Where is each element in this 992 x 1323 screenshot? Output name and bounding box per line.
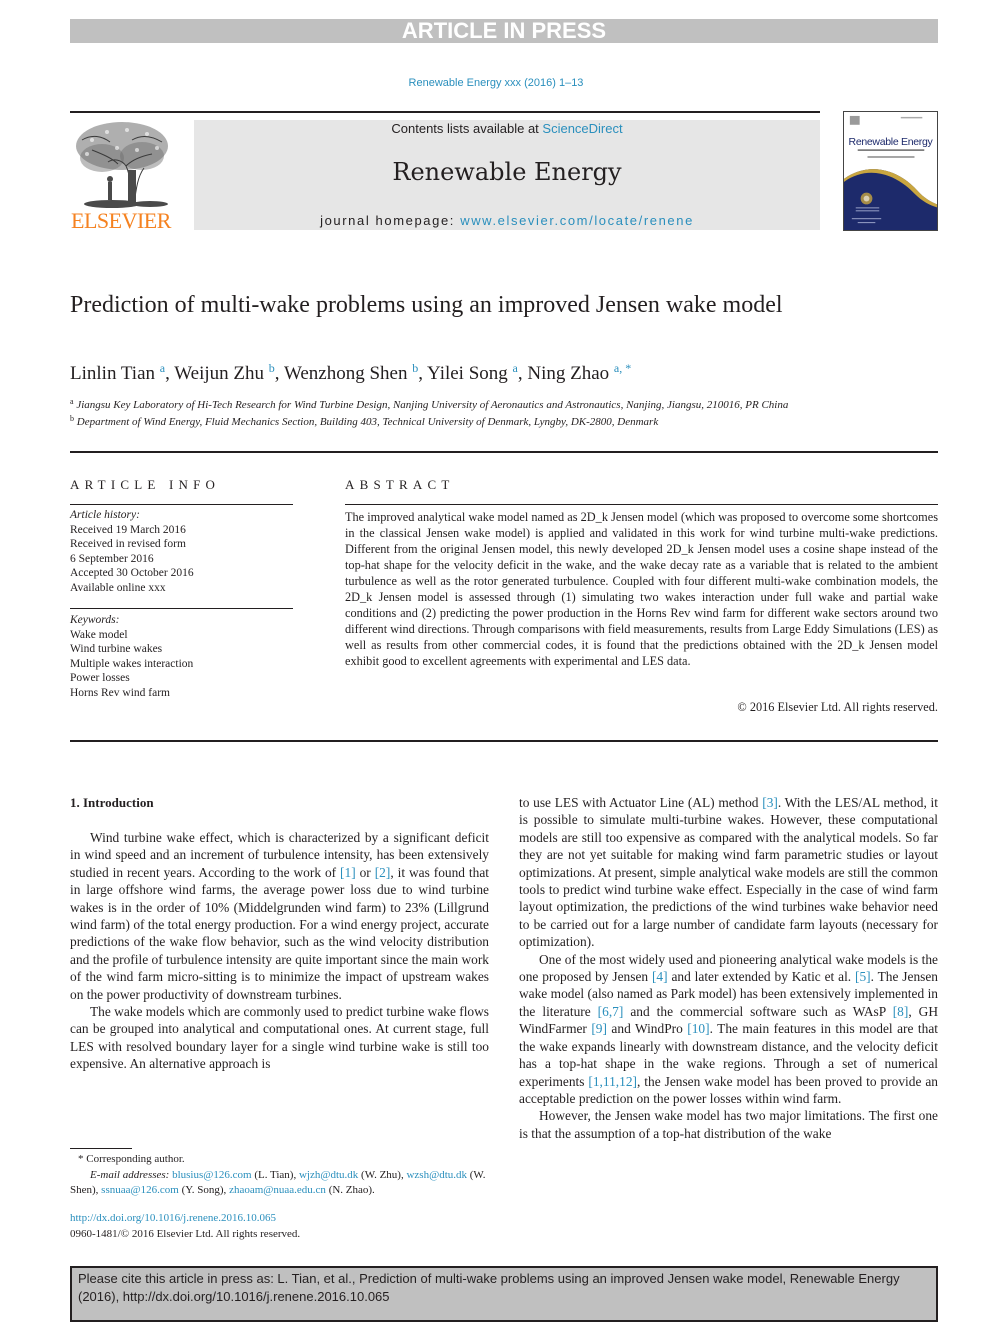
- journal-reference-link[interactable]: Renewable Energy xxx (2016) 1–13: [0, 77, 992, 89]
- author-name[interactable]: Ning Zhao: [527, 363, 609, 384]
- journal-cover-thumbnail[interactable]: Renewable Energy: [843, 111, 938, 231]
- affiliation-marker[interactable]: b: [269, 361, 275, 375]
- corresponding-author-note: * Corresponding author.: [78, 1153, 185, 1165]
- abstract-rule: [345, 504, 938, 505]
- keywords-label: Keywords:: [70, 614, 120, 626]
- homepage-line: journal homepage: www.elsevier.com/locat…: [194, 213, 820, 228]
- email-link[interactable]: zhaoam@nuaa.edu.cn: [229, 1184, 326, 1196]
- elsevier-tree-icon: [72, 120, 170, 208]
- email-link[interactable]: wjzh@dtu.dk: [299, 1169, 358, 1181]
- affiliation-marker[interactable]: b: [412, 361, 418, 375]
- citation-link[interactable]: [9]: [591, 1021, 607, 1036]
- body-column-left: Wind turbine wake effect, which is chara…: [70, 829, 489, 1073]
- footnote-rule: [70, 1148, 132, 1149]
- contents-line: Contents lists available at ScienceDirec…: [194, 121, 820, 136]
- affiliation-marker[interactable]: a, *: [614, 361, 631, 375]
- doi-block: http://dx.doi.org/10.1016/j.renene.2016.…: [70, 1211, 490, 1242]
- abstract-text: The improved analytical wake model named…: [345, 510, 938, 668]
- citation-link[interactable]: [2]: [375, 865, 391, 880]
- author-name[interactable]: Yilei Song: [427, 363, 508, 384]
- affiliation-text: Jiangsu Key Laboratory of Hi-Tech Resear…: [76, 399, 789, 411]
- paragraph: However, the Jensen wake model has two m…: [519, 1108, 938, 1141]
- homepage-prefix: journal homepage:: [320, 213, 461, 228]
- citation-link[interactable]: [1,11,12]: [588, 1074, 637, 1089]
- section-heading-introduction: 1. Introduction: [70, 795, 154, 810]
- keyword-item: Wind turbine wakes: [70, 643, 163, 655]
- article-info-rule: [70, 504, 293, 505]
- header-rule: [70, 111, 820, 113]
- paragraph: The wake models which are commonly used …: [70, 1004, 489, 1072]
- author-name[interactable]: Wenzhong Shen: [284, 363, 408, 384]
- history-item: Available online xxx: [70, 581, 166, 594]
- affiliation-marker[interactable]: a: [160, 361, 165, 375]
- citation-link[interactable]: [4]: [652, 969, 668, 984]
- citation-link[interactable]: [8]: [893, 1004, 909, 1019]
- affiliation-marker[interactable]: a: [513, 361, 518, 375]
- citation-link[interactable]: [1]: [340, 865, 356, 880]
- citation-link[interactable]: [3]: [762, 795, 778, 810]
- email-label: E-mail addresses:: [90, 1168, 170, 1181]
- article-history: Article history: Received 19 March 2016 …: [70, 508, 295, 595]
- citation-link[interactable]: [5]: [855, 969, 871, 984]
- elsevier-wordmark: ELSEVIER: [71, 208, 171, 233]
- affiliation-mark: a: [70, 397, 74, 406]
- citation-link[interactable]: [10]: [687, 1021, 709, 1036]
- history-item: Accepted 30 October 2016: [70, 567, 194, 579]
- section-divider: [70, 451, 938, 453]
- cover-title: Renewable Energy: [848, 136, 933, 148]
- author-list: Linlin Tian a, Weijun Zhu b, Wenzhong Sh…: [70, 361, 632, 384]
- article-title: Prediction of multi-wake problems using …: [70, 292, 783, 318]
- contents-prefix: Contents lists available at: [391, 121, 543, 136]
- article-in-press-banner: ARTICLE IN PRESS: [70, 19, 938, 43]
- paragraph: to use LES with Actuator Line (AL) metho…: [519, 795, 938, 950]
- abstract-heading: ABSTRACT: [345, 477, 455, 492]
- email-addresses: E-mail addresses: blusius@126.com (L. Ti…: [70, 1168, 486, 1197]
- elsevier-logo[interactable]: ELSEVIER: [70, 120, 172, 233]
- author-name[interactable]: Weijun Zhu: [174, 363, 264, 384]
- affiliation-b: b Department of Wind Energy, Fluid Mecha…: [70, 412, 940, 429]
- citation-notice: Please cite this article in press as: L.…: [70, 1266, 938, 1322]
- doi-link[interactable]: http://dx.doi.org/10.1016/j.renene.2016.…: [70, 1212, 276, 1224]
- sciencedirect-link[interactable]: ScienceDirect: [542, 121, 622, 136]
- history-item: Received in revised form: [70, 538, 186, 550]
- paragraph: Wind turbine wake effect, which is chara…: [70, 830, 489, 1002]
- journal-name: Renewable Energy: [392, 158, 622, 186]
- history-label: Article history:: [70, 509, 140, 521]
- article-info-heading: ARTICLE INFO: [70, 477, 221, 492]
- history-item: 6 September 2016: [70, 552, 154, 565]
- footnotes: * Corresponding author. E-mail addresses…: [70, 1152, 490, 1199]
- journal-homepage-link[interactable]: www.elsevier.com/locate/renene: [460, 213, 694, 228]
- citation-link[interactable]: [6,7]: [598, 1004, 624, 1019]
- author-name[interactable]: Linlin Tian: [70, 363, 155, 384]
- affiliation-mark: b: [70, 414, 74, 423]
- affiliation-a: a Jiangsu Key Laboratory of Hi-Tech Rese…: [70, 395, 940, 412]
- abstract-copyright: © 2016 Elsevier Ltd. All rights reserved…: [737, 700, 938, 714]
- section-divider: [70, 740, 938, 742]
- keyword-item: Multiple wakes interaction: [70, 657, 194, 670]
- body-column-right: to use LES with Actuator Line (AL) metho…: [519, 794, 938, 1142]
- keyword-item: Horns Rev wind farm: [70, 686, 170, 699]
- issn-copyright: 0960-1481/© 2016 Elsevier Ltd. All right…: [70, 1227, 301, 1240]
- keyword-item: Power losses: [70, 672, 130, 684]
- keywords-rule: [70, 608, 293, 609]
- email-link[interactable]: ssnuaa@126.com: [101, 1184, 179, 1196]
- cover-artwork: [844, 112, 937, 230]
- history-item: Received 19 March 2016: [70, 523, 186, 536]
- keywords: Keywords: Wake model Wind turbine wakes …: [70, 613, 295, 700]
- affiliations: a Jiangsu Key Laboratory of Hi-Tech Rese…: [70, 395, 940, 429]
- email-link[interactable]: wzsh@dtu.dk: [406, 1169, 467, 1181]
- email-link[interactable]: blusius@126.com: [172, 1169, 252, 1181]
- journal-masthead: Contents lists available at ScienceDirec…: [194, 120, 820, 230]
- paragraph: One of the most widely used and pioneeri…: [519, 951, 938, 1106]
- keyword-item: Wake model: [70, 628, 128, 641]
- affiliation-text: Department of Wind Energy, Fluid Mechani…: [76, 416, 659, 428]
